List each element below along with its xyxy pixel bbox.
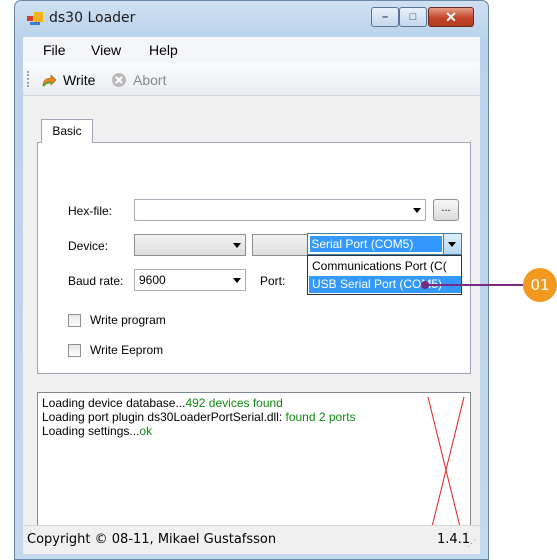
write-eeprom-checkbox[interactable] [68, 344, 81, 357]
title-bar[interactable]: ds30 Loader – □ ✕ [15, 1, 488, 37]
port-selected-value: B Serial Port (COM5) [310, 236, 442, 252]
minimize-button[interactable]: – [371, 7, 399, 27]
port-dropdown-list: Communications Port (C( USB Serial Port … [307, 255, 462, 295]
port-dropdown-button[interactable] [443, 234, 461, 254]
resize-grip-icon[interactable]: ⋰ [467, 538, 476, 549]
toolbar-grip[interactable] [27, 71, 31, 87]
missing-image-placeholder-icon [427, 396, 465, 544]
app-icon [27, 12, 43, 25]
write-eeprom-label[interactable]: Write Eeprom [90, 343, 163, 357]
hexfile-combo[interactable] [134, 199, 426, 221]
toolbar: Write Abort [23, 63, 480, 96]
version-text: 1.4.1 [437, 532, 471, 547]
window-title: ds30 Loader [49, 10, 136, 26]
app-window: ds30 Loader – □ ✕ File View Help Write A… [14, 0, 489, 560]
chevron-down-icon [233, 278, 241, 283]
menu-help[interactable]: Help [149, 42, 178, 58]
port-label: Port: [260, 274, 286, 288]
abort-x-icon [112, 73, 126, 87]
copyright-text: Copyright © 08-11, Mikael Gustafsson [27, 532, 277, 547]
client-area: File View Help Write Abort Basic Hex-fil… [23, 37, 480, 554]
chevron-down-icon [413, 208, 421, 213]
device-family-combo[interactable] [134, 234, 246, 256]
write-button[interactable]: Write [41, 70, 95, 90]
callout-badge: 01 [523, 268, 557, 302]
menu-file[interactable]: File [43, 42, 66, 58]
write-arrow-icon [42, 74, 57, 87]
log-line: Loading device database...492 devices fo… [42, 396, 283, 410]
write-program-label[interactable]: Write program [90, 313, 166, 327]
write-program-checkbox[interactable] [68, 314, 81, 327]
baud-rate-label: Baud rate: [68, 274, 124, 288]
port-option[interactable]: Communications Port (C( [309, 258, 461, 275]
device-label: Device: [68, 239, 109, 253]
abort-label: Abort [133, 72, 167, 88]
close-button[interactable]: ✕ [428, 7, 474, 27]
log-line: Loading port plugin ds30LoaderPortSerial… [42, 410, 356, 424]
browse-button[interactable]: ... [433, 199, 459, 221]
baud-rate-value: 9600 [139, 273, 166, 287]
menu-bar: File View Help [23, 37, 480, 63]
chevron-down-icon [448, 242, 456, 247]
write-label: Write [63, 72, 96, 88]
baud-rate-combo[interactable]: 9600 [134, 269, 246, 291]
menu-view[interactable]: View [91, 42, 121, 58]
callout-line [425, 284, 525, 286]
hexfile-label: Hex-file: [68, 204, 113, 218]
port-combo[interactable]: B Serial Port (COM5) [307, 233, 462, 255]
log-line: Loading settings...ok [42, 424, 153, 438]
status-bar: Copyright © 08-11, Mikael Gustafsson 1.4… [23, 525, 480, 554]
tab-basic[interactable]: Basic [41, 119, 93, 143]
chevron-down-icon [233, 243, 241, 248]
maximize-button[interactable]: □ [399, 7, 427, 27]
abort-button[interactable]: Abort [111, 70, 166, 90]
